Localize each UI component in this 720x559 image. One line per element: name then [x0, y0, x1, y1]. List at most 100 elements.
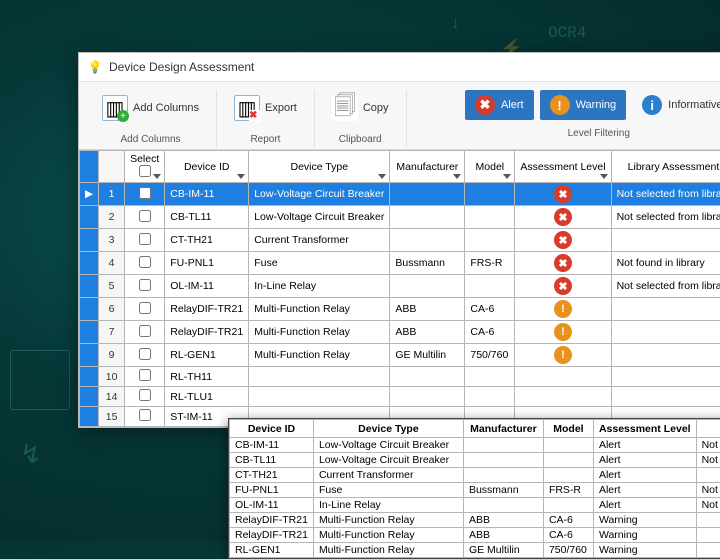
alert-icon: ✖: [554, 277, 572, 295]
grid-header-row: Select Device ID Device Type Manufacture…: [80, 151, 720, 183]
devicetype-header[interactable]: Device Type: [249, 151, 390, 183]
deviceid-cell: RL-GEN1: [165, 344, 249, 367]
model-cell: [465, 367, 515, 387]
window-title: Device Design Assessment: [109, 60, 254, 74]
rownum-cell: 14: [99, 387, 125, 407]
select-cell[interactable]: [125, 183, 165, 206]
select-header[interactable]: Select: [125, 151, 165, 183]
table-row[interactable]: 5OL-IM-11In-Line Relay✖Not selected from…: [80, 275, 720, 298]
popup-level-cell: Alert: [593, 483, 696, 498]
select-cell[interactable]: [125, 367, 165, 387]
table-row[interactable]: 2CB-TL11Low-Voltage Circuit Breaker✖Not …: [80, 206, 720, 229]
deviceid-cell: RL-TH11: [165, 367, 249, 387]
export-icon: ▥✖: [234, 95, 260, 121]
copy-button[interactable]: 🗐 Copy: [323, 90, 398, 126]
filter-informative-button[interactable]: i Informative: [632, 90, 720, 120]
popup-deviceid-cell: OL-IM-11: [230, 498, 314, 513]
select-cell[interactable]: [125, 275, 165, 298]
rowmarker: ▶: [80, 183, 99, 206]
manufacturer-cell: [390, 229, 465, 252]
popup-manufacturer-cell: [463, 498, 543, 513]
table-row[interactable]: 3CT-TH21Current Transformer✖Input CT: [80, 229, 720, 252]
popup-deviceid-cell: RL-GEN1: [230, 543, 314, 558]
popup-lib-cell: [696, 513, 720, 528]
popup-level-cell: Alert: [593, 453, 696, 468]
table-row[interactable]: 10RL-TH11: [80, 367, 720, 387]
ribbon-group-name: Add Columns: [121, 134, 181, 145]
popup-header-row: Device ID Device Type Manufacturer Model…: [230, 420, 720, 438]
select-cell[interactable]: [125, 229, 165, 252]
rowmarker: [80, 367, 99, 387]
copy-icon: 🗐: [332, 95, 358, 121]
select-cell[interactable]: [125, 206, 165, 229]
manufacturer-cell: [390, 183, 465, 206]
popup-devicetype-header: Device Type: [313, 420, 463, 438]
deviceid-cell: CB-IM-11: [165, 183, 249, 206]
select-cell[interactable]: [125, 344, 165, 367]
model-cell: FRS-R: [465, 252, 515, 275]
manufacturer-cell: ABB: [390, 321, 465, 344]
rowmarker: [80, 344, 99, 367]
filter-alert-button[interactable]: ✖ Alert: [465, 90, 534, 120]
rowmarker: [80, 275, 99, 298]
model-cell: [465, 387, 515, 407]
popup-lib-cell: Not s: [696, 438, 720, 453]
filter-informative-label: Informative: [668, 99, 720, 111]
deviceid-cell: OL-IM-11: [165, 275, 249, 298]
library-cell: [611, 367, 720, 387]
select-cell[interactable]: [125, 298, 165, 321]
select-cell[interactable]: [125, 252, 165, 275]
bg-deco: OCR4: [548, 24, 586, 42]
model-header[interactable]: Model: [465, 151, 515, 183]
model-cell: [465, 229, 515, 252]
library-cell: [611, 321, 720, 344]
popup-level-cell: Alert: [593, 468, 696, 483]
deviceid-header[interactable]: Device ID: [165, 151, 249, 183]
table-row[interactable]: 14RL-TLU1: [80, 387, 720, 407]
library-cell: Not selected from library: [611, 183, 720, 206]
popup-row: CB-IM-11Low-Voltage Circuit BreakerAlert…: [230, 438, 720, 453]
add-columns-button[interactable]: ▥+ Add Columns: [93, 90, 208, 126]
popup-model-cell: [543, 453, 593, 468]
table-row[interactable]: 6RelayDIF-TR21Multi-Function RelayABBCA-…: [80, 298, 720, 321]
select-cell[interactable]: [125, 407, 165, 427]
popup-level-cell: Alert: [593, 498, 696, 513]
export-button[interactable]: ▥✖ Export: [225, 90, 306, 126]
manufacturer-header[interactable]: Manufacturer: [390, 151, 465, 183]
popup-lib-header: Lib: [696, 420, 720, 438]
ribbon-group-report: ▥✖ Export Report: [217, 90, 315, 147]
popup-row: FU-PNL1FuseBussmannFRS-RAlertNot f: [230, 483, 720, 498]
table-row[interactable]: 4FU-PNL1FuseBussmannFRS-R✖Not found in l…: [80, 252, 720, 275]
manufacturer-cell: [390, 275, 465, 298]
popup-model-cell: CA-6: [543, 513, 593, 528]
popup-devicetype-cell: Current Transformer: [313, 468, 463, 483]
select-cell[interactable]: [125, 321, 165, 344]
deviceid-cell: CT-TH21: [165, 229, 249, 252]
popup-deviceid-header: Device ID: [230, 420, 314, 438]
library-cell: [611, 344, 720, 367]
model-cell: [465, 183, 515, 206]
table-row[interactable]: 7RelayDIF-TR21Multi-Function RelayABBCA-…: [80, 321, 720, 344]
bg-deco: [10, 350, 70, 410]
manufacturer-cell: ABB: [390, 298, 465, 321]
alert-icon: ✖: [554, 254, 572, 272]
popup-devicetype-cell: In-Line Relay: [313, 498, 463, 513]
library-header[interactable]: Library Assessment: [611, 151, 720, 183]
level-cell: [515, 387, 611, 407]
level-cell: !: [515, 321, 611, 344]
rownum-cell: 9: [99, 344, 125, 367]
copy-label: Copy: [363, 102, 389, 114]
table-row[interactable]: 9RL-GEN1Multi-Function RelayGE Multilin7…: [80, 344, 720, 367]
library-cell: Not found in library: [611, 252, 720, 275]
rowmarker-header: [80, 151, 99, 183]
rowmarker: [80, 321, 99, 344]
level-header[interactable]: Assessment Level: [515, 151, 611, 183]
filter-warning-button[interactable]: ! Warning: [540, 90, 627, 120]
library-cell: Not selected from library: [611, 206, 720, 229]
select-cell[interactable]: [125, 387, 165, 407]
alert-icon: ✖: [554, 231, 572, 249]
popup-row: OL-IM-11In-Line RelayAlertNot s: [230, 498, 720, 513]
devicetype-cell: Current Transformer: [249, 229, 390, 252]
table-row[interactable]: ▶1CB-IM-11Low-Voltage Circuit Breaker✖No…: [80, 183, 720, 206]
devicetype-cell: Multi-Function Relay: [249, 298, 390, 321]
